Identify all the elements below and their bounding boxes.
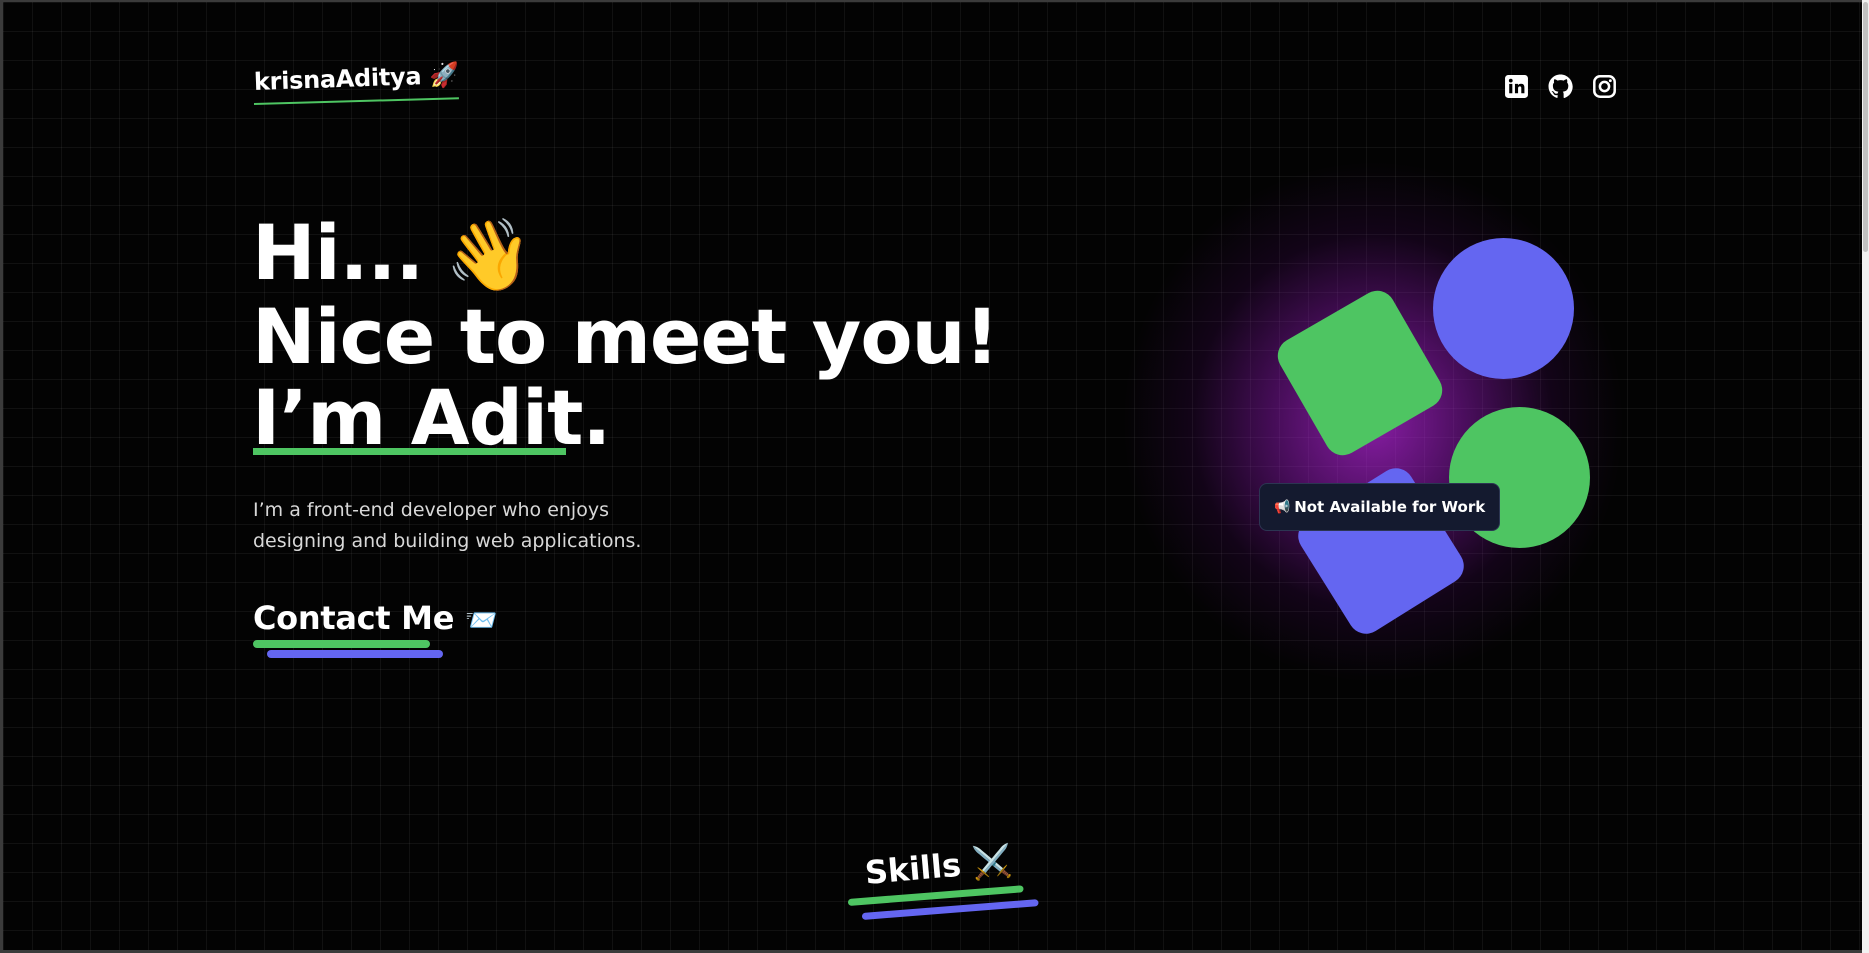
hero-greeting: Hi...: [252, 208, 424, 297]
intro-text: I’m a front-end developer who enjoys des…: [253, 495, 713, 557]
availability-badge: 📢 Not Available for Work: [1259, 483, 1501, 531]
envelope-icon: 📨: [464, 606, 498, 636]
name-underline: [253, 448, 566, 455]
github-icon[interactable]: [1548, 74, 1573, 99]
skills-heading: Skills ⚔️: [863, 841, 1014, 892]
contact-me-label: Contact Me: [253, 599, 455, 637]
intro-line-1: I’m a front-end developer who enjoys: [253, 499, 609, 521]
contact-underline-green: [253, 640, 430, 648]
hero-name-line: I’m Adit.: [252, 373, 611, 462]
contact-underline-blue: [267, 650, 443, 658]
scrollbar-thumb[interactable]: [1863, 2, 1868, 252]
contact-me-link[interactable]: Contact Me 📨: [253, 599, 497, 637]
intro-line-2: designing and building web applications.: [253, 530, 642, 552]
hero-heading: Hi... 👋 Nice to meet you! I’m Adit.: [252, 212, 999, 462]
page-frame: krisnaAditya 🚀 Hi... 👋 Nice to meet you!…: [0, 0, 1869, 953]
logo-underline: [253, 97, 459, 105]
hero-greeting-line: Hi... 👋: [252, 212, 998, 296]
instagram-icon[interactable]: [1592, 74, 1617, 99]
availability-text: Not Available for Work: [1294, 498, 1486, 516]
site-logo[interactable]: krisnaAditya 🚀: [254, 61, 460, 96]
megaphone-icon: 📢: [1274, 499, 1291, 515]
hero-nice-line: Nice to meet you!: [252, 292, 999, 381]
scrollbar[interactable]: [1862, 0, 1869, 953]
blue-circle-shape: [1433, 238, 1574, 379]
linkedin-icon[interactable]: [1504, 74, 1529, 99]
waving-hand-icon: 👋: [445, 214, 532, 296]
social-links: [1504, 74, 1617, 99]
